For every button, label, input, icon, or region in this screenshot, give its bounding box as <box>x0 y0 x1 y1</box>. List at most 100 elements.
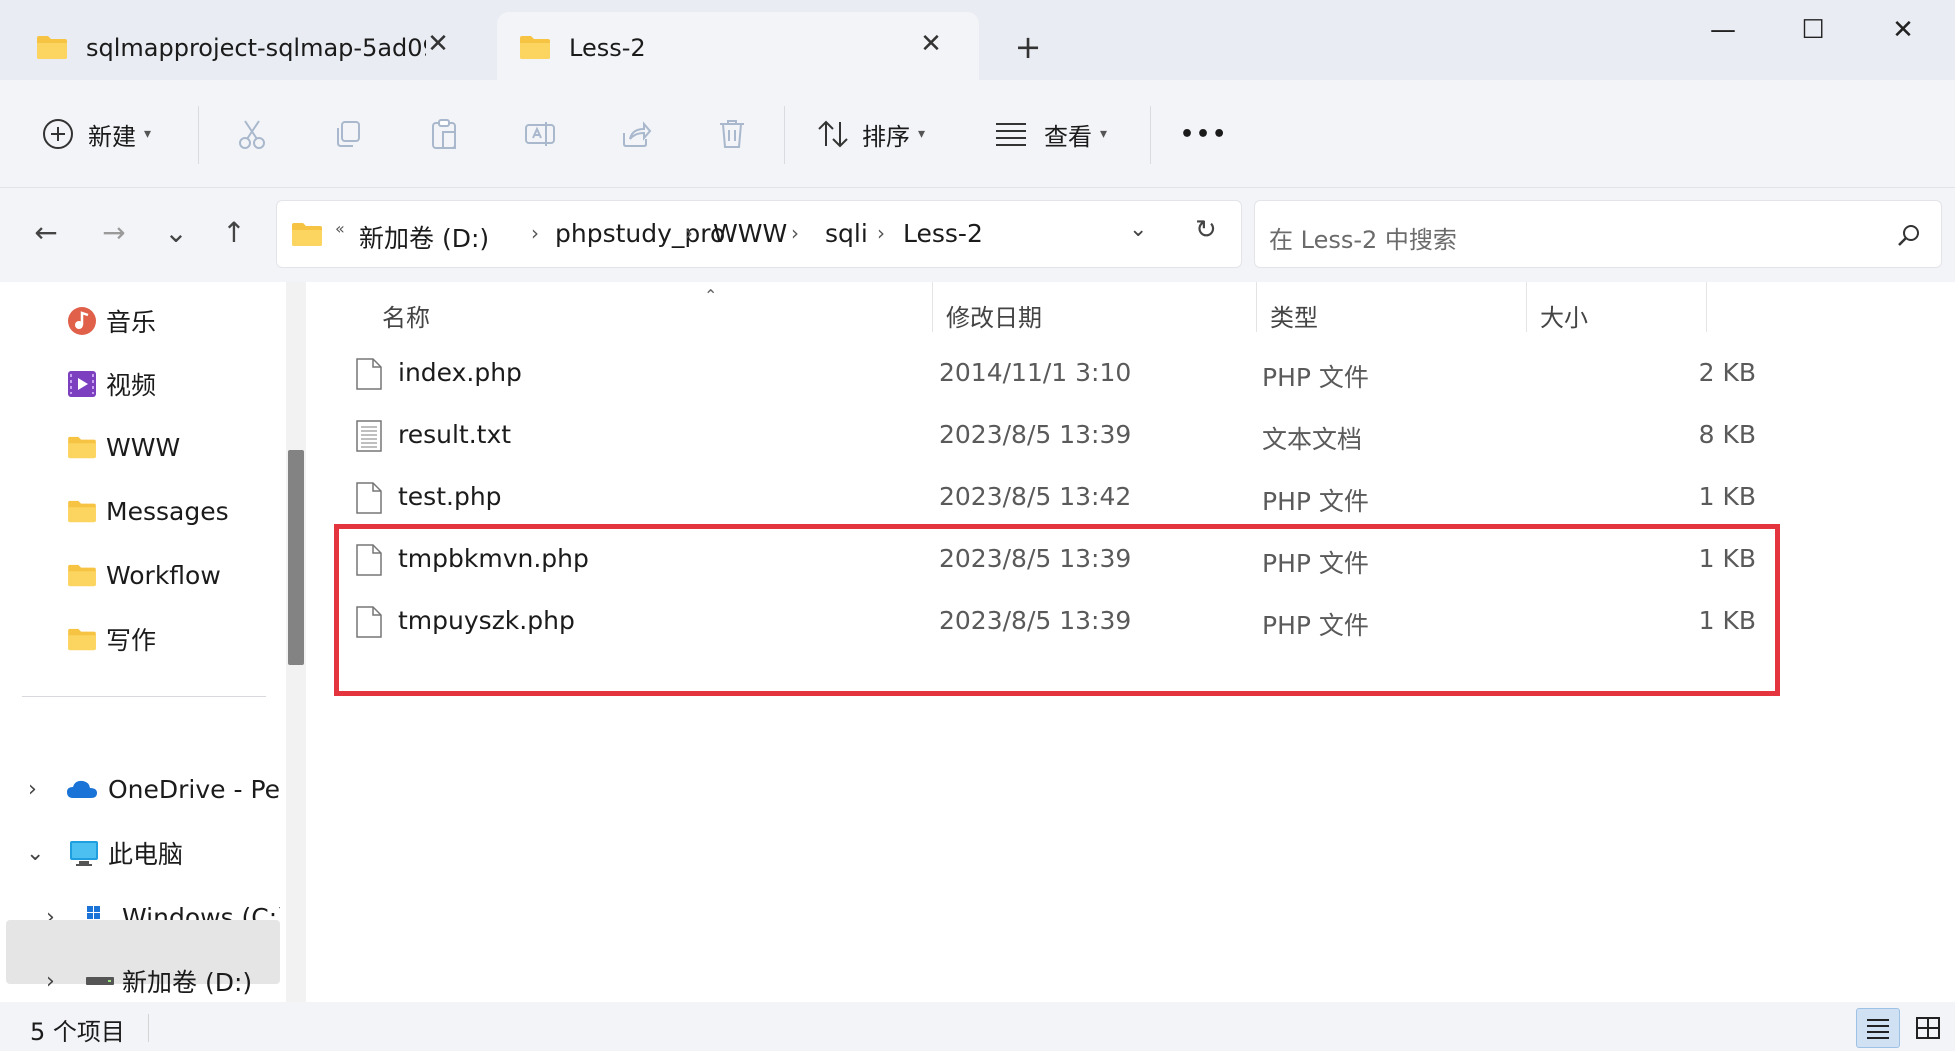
sidebar-scrollbar-thumb[interactable] <box>288 450 304 665</box>
file-size: 1 KB <box>1698 482 1756 511</box>
maximize-button[interactable]: ☐ <box>1780 8 1846 52</box>
chevron-right-icon[interactable]: › <box>685 221 693 245</box>
column-divider[interactable] <box>1526 282 1527 332</box>
sort-button[interactable]: 排序 ▾ <box>816 108 925 160</box>
sidebar-item-video[interactable]: 视频 📌 <box>66 356 280 412</box>
sort-ascending-icon: ⌃ <box>704 286 718 305</box>
file-size: 8 KB <box>1698 420 1756 449</box>
chevron-right-icon[interactable]: › <box>791 221 799 245</box>
sidebar-item-workflow[interactable]: Workflow <box>66 547 280 603</box>
folder-icon <box>520 36 550 59</box>
text-file-icon <box>356 420 382 452</box>
sidebar-item-www[interactable]: WWW <box>66 419 280 475</box>
close-tab-icon[interactable]: ✕ <box>424 29 452 59</box>
breadcrumb-item[interactable]: WWW <box>713 219 787 248</box>
sidebar-item-label: 写作 <box>106 626 157 655</box>
sidebar-item-label: 视频 <box>106 371 157 400</box>
column-divider[interactable] <box>1256 282 1257 332</box>
divider <box>22 696 266 697</box>
php-file-icon <box>356 358 382 390</box>
sidebar-item-music[interactable]: 音乐 📌 <box>66 293 280 349</box>
minimize-button[interactable]: — <box>1690 8 1756 52</box>
up-arrow-icon[interactable]: ↑ <box>214 212 254 252</box>
new-button[interactable]: 新建 ▾ <box>42 108 151 160</box>
chevron-right-icon[interactable]: › <box>28 777 37 802</box>
refresh-icon[interactable]: ↻ <box>1195 215 1217 245</box>
file-date: 2023/8/5 13:42 <box>939 482 1132 511</box>
column-header-date[interactable]: 修改日期 <box>946 290 1042 340</box>
cut-icon[interactable] <box>232 114 272 154</box>
status-bar: 5 个项目 <box>0 1002 1955 1051</box>
sort-icon <box>818 120 848 148</box>
chevron-right-icon[interactable]: › <box>46 969 55 994</box>
music-icon <box>66 293 98 349</box>
sidebar-item-label: WWW <box>106 432 181 462</box>
share-icon[interactable] <box>616 114 656 154</box>
rename-icon[interactable] <box>520 114 560 154</box>
column-label: 类型 <box>1270 303 1318 332</box>
column-header-size[interactable]: 大小 <box>1540 290 1588 340</box>
command-bar: 新建 ▾ 排序 ▾ 查看 ▾ ••• <box>0 80 1955 188</box>
column-label: 名称 <box>382 303 430 332</box>
column-header-name[interactable]: 名称 ⌃ <box>382 286 717 340</box>
copy-icon[interactable] <box>328 114 368 154</box>
view-button[interactable]: 查看 ▾ <box>994 108 1107 160</box>
tiles-view-icon[interactable] <box>1906 1008 1950 1048</box>
tab-less-2[interactable]: Less-2 ✕ <box>497 12 979 80</box>
sidebar-item-this-pc[interactable]: ⌄ 此电脑 <box>22 825 280 881</box>
column-divider[interactable] <box>1706 282 1707 332</box>
red-highlight-box <box>334 524 1780 696</box>
file-row[interactable]: test.php 2023/8/5 13:42 PHP 文件 1 KB <box>356 468 1756 530</box>
folder-icon <box>66 611 98 667</box>
new-tab-button[interactable]: + <box>1010 30 1046 66</box>
breadcrumb-item[interactable]: 新加卷 (D:) <box>359 219 489 255</box>
sidebar-item-label: 此电脑 <box>108 840 184 869</box>
divider <box>198 106 199 164</box>
divider <box>784 106 785 164</box>
sidebar-item-drive-d[interactable]: › 新加卷 (D:) <box>38 953 280 1009</box>
close-window-button[interactable]: ✕ <box>1870 8 1936 52</box>
details-view-icon[interactable] <box>1856 1008 1900 1048</box>
column-divider[interactable] <box>932 282 933 332</box>
view-list-icon <box>996 123 1026 146</box>
breadcrumb-item[interactable]: Less-2 <box>903 219 983 248</box>
sidebar-item-writing[interactable]: 写作 <box>66 611 280 667</box>
file-name: result.txt <box>398 420 512 449</box>
divider <box>148 1014 149 1042</box>
navigation-pane: 音乐 📌 视频 📌 WWW Messages Workflow 写作 › <box>0 282 282 1002</box>
sidebar-item-label: Messages <box>106 496 229 526</box>
column-label: 修改日期 <box>946 303 1042 332</box>
folder-icon <box>37 36 67 59</box>
close-tab-icon[interactable]: ✕ <box>917 29 945 59</box>
breadcrumb-item[interactable]: phpstudy_pro <box>555 219 725 248</box>
view-label: 查看 <box>1044 122 1092 151</box>
file-name: test.php <box>398 482 502 511</box>
delete-icon[interactable] <box>712 114 752 154</box>
recent-locations-chevron-icon[interactable]: ⌄ <box>156 212 196 252</box>
file-row[interactable]: result.txt 2023/8/5 13:39 文本文档 8 KB <box>356 406 1756 468</box>
sidebar-item-onedrive[interactable]: › OneDrive - Personal <box>22 761 280 817</box>
chevron-down-icon[interactable]: ⌄ <box>26 841 44 866</box>
column-header-type[interactable]: 类型 <box>1270 290 1318 340</box>
more-options-button[interactable]: ••• <box>1180 108 1228 160</box>
tab-sqlmapproject[interactable]: sqlmapproject-sqlmap-5ad099 ✕ <box>6 12 486 80</box>
chevron-down-icon: ▾ <box>144 126 152 142</box>
drive-icon <box>84 953 116 1009</box>
file-type: PHP 文件 <box>1262 363 1369 392</box>
forward-arrow-icon[interactable]: → <box>94 212 134 252</box>
this-pc-icon <box>68 825 100 881</box>
address-dropdown-chevron-icon[interactable]: ⌄ <box>1129 217 1147 242</box>
chevron-right-icon[interactable]: › <box>531 221 539 245</box>
address-bar[interactable]: « 新加卷 (D:) › phpstudy_pro › WWW › sqli ›… <box>276 200 1242 268</box>
file-row[interactable]: index.php 2014/11/1 3:10 PHP 文件 2 KB <box>356 344 1756 406</box>
chevron-right-icon[interactable]: › <box>877 221 885 245</box>
sidebar-item-messages[interactable]: Messages <box>66 483 280 539</box>
breadcrumb-item[interactable]: sqli <box>825 219 868 248</box>
back-arrow-icon[interactable]: ← <box>26 212 66 252</box>
divider <box>1150 106 1151 164</box>
paste-icon[interactable] <box>424 114 464 154</box>
breadcrumb-overflow[interactable]: « <box>335 219 345 238</box>
search-placeholder: 在 Less-2 中搜索 <box>1269 226 1457 254</box>
search-box[interactable]: 在 Less-2 中搜索 <box>1254 200 1942 268</box>
video-icon <box>66 356 98 412</box>
